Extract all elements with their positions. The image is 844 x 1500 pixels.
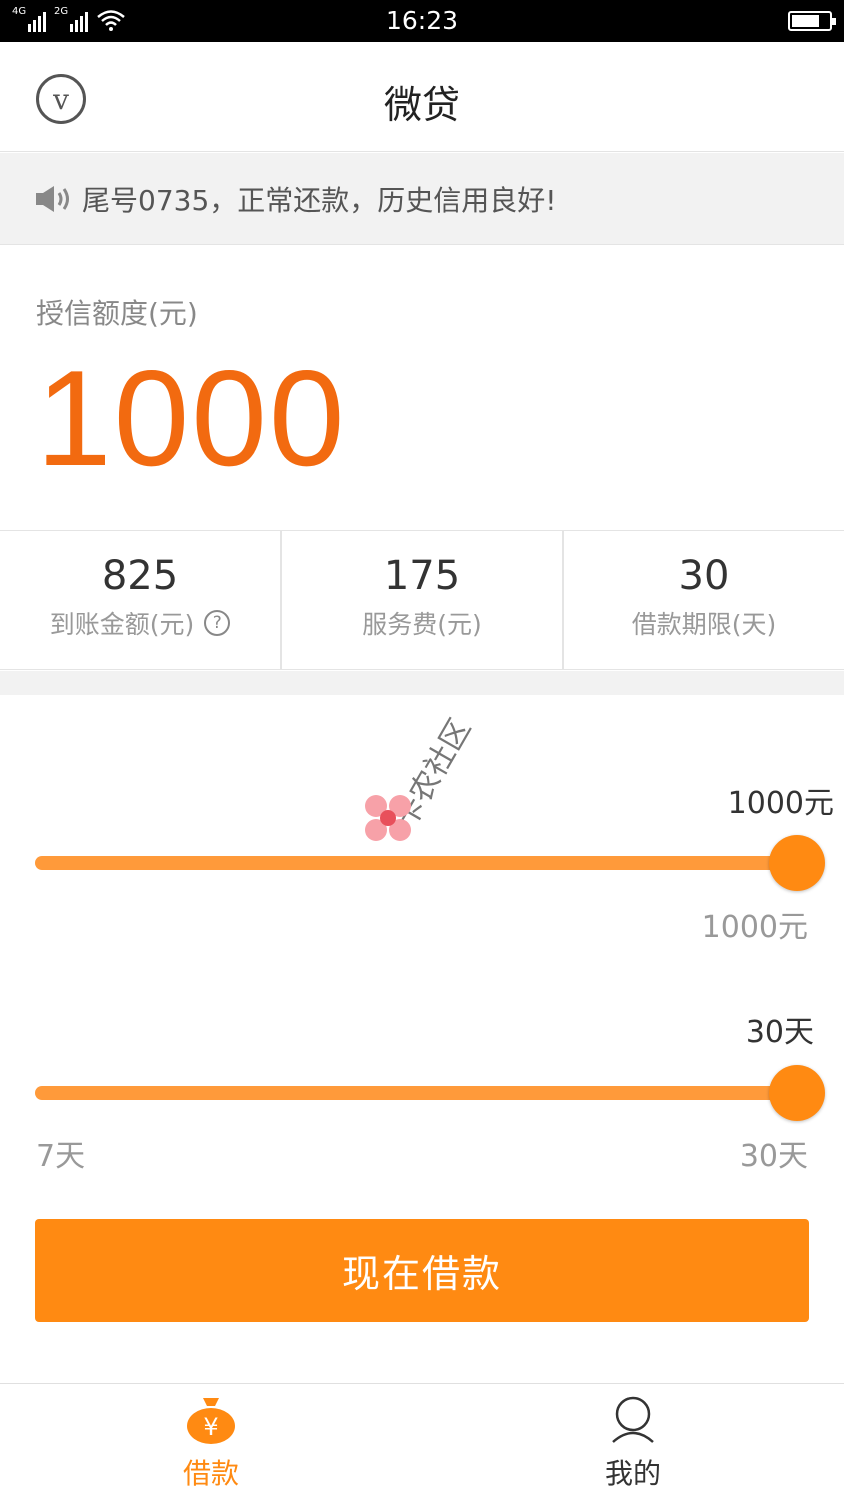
watermark-logo-icon xyxy=(365,795,411,841)
notice-text: 尾号0735，正常还款，历史信用良好! xyxy=(82,183,557,217)
speaker-icon xyxy=(36,185,69,212)
amount-slider-value: 1000元 xyxy=(727,786,834,821)
tab-label: 我的 xyxy=(604,1457,661,1490)
loan-stats: 825 到账金额(元) ? 175 服务费(元) 30 借款期限(天) xyxy=(0,530,844,670)
status-bar: 4G 2G 16:23 xyxy=(0,0,844,42)
amount-slider-max: 1000元 xyxy=(701,910,808,945)
section-divider xyxy=(0,671,844,695)
page-title: 微贷 xyxy=(383,83,460,127)
svg-text:¥: ¥ xyxy=(203,1413,218,1441)
amount-slider-thumb[interactable] xyxy=(769,835,825,891)
borrow-now-button[interactable]: 现在借款 xyxy=(35,1219,809,1322)
stat-value: 825 xyxy=(101,553,179,599)
money-bag-icon: ¥ xyxy=(187,1398,235,1444)
tab-me[interactable]: 我的 xyxy=(422,1384,844,1500)
term-slider-min: 7天 xyxy=(36,1139,86,1174)
term-slider-track[interactable] xyxy=(35,1086,795,1100)
stat-service-fee: 175 服务费(元) xyxy=(282,531,564,669)
stat-label: 到账金额(元) xyxy=(49,610,195,639)
credit-label: 授信额度(元) xyxy=(36,297,198,330)
tab-label: 借款 xyxy=(182,1457,239,1490)
watermark-text: 卡农社区 xyxy=(387,713,479,835)
credit-amount: 1000 xyxy=(36,342,347,494)
app-header: v 微贷 xyxy=(0,42,844,152)
user-icon xyxy=(612,1396,654,1443)
clock: 16:23 xyxy=(385,6,459,35)
stat-term: 30 借款期限(天) xyxy=(564,531,844,669)
battery-icon xyxy=(788,11,836,31)
stat-label: 借款期限(天) xyxy=(631,610,777,639)
amount-slider-track[interactable] xyxy=(35,856,795,870)
stat-value: 30 xyxy=(678,553,730,599)
stat-value: 175 xyxy=(383,553,461,599)
bottom-tabbar: ¥ 借款 我的 xyxy=(0,1383,844,1500)
term-slider-max: 30天 xyxy=(739,1139,808,1174)
term-slider-value: 30天 xyxy=(745,1015,814,1050)
stat-received: 825 到账金额(元) ? xyxy=(0,531,282,669)
stat-label: 服务费(元) xyxy=(362,610,482,639)
tab-borrow[interactable]: ¥ 借款 xyxy=(0,1384,422,1500)
watermark: 卡农社区 xyxy=(360,680,510,841)
help-icon[interactable]: ? xyxy=(204,610,231,636)
notice-bar: 尾号0735，正常还款，历史信用良好! xyxy=(0,153,844,245)
term-slider-thumb[interactable] xyxy=(769,1065,825,1121)
